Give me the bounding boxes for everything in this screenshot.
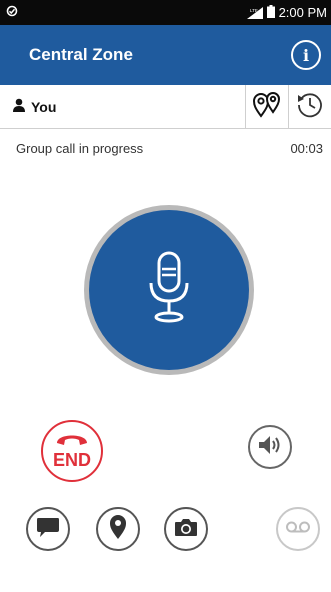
current-user[interactable]: You (0, 85, 245, 128)
call-timer: 00:03 (290, 140, 323, 156)
sync-icon (6, 5, 18, 20)
svg-text:LTE: LTE (250, 8, 258, 13)
user-label: You (31, 98, 57, 115)
info-icon[interactable]: i (291, 40, 321, 70)
call-status-row: Group call in progress 00:03 (0, 129, 331, 167)
chat-button[interactable] (26, 507, 70, 551)
location-icon (108, 514, 128, 545)
page-title: Central Zone (29, 45, 133, 64)
microphone-icon (147, 251, 191, 330)
map-button[interactable] (245, 85, 288, 128)
chat-icon (35, 515, 61, 544)
push-to-talk-button[interactable] (84, 205, 254, 375)
battery-icon (266, 4, 275, 21)
status-time: 2:00 PM (278, 5, 327, 20)
end-label: END (52, 450, 91, 470)
call-status: Group call in progress (16, 140, 144, 156)
app-bar: Central Zone i (0, 25, 331, 85)
signal-icon: LTE (246, 6, 263, 19)
person-icon (13, 98, 25, 115)
camera-button[interactable] (164, 507, 208, 551)
status-bar: LTE 2:00 PM (0, 0, 331, 25)
phone-end-icon (55, 431, 89, 452)
speaker-button[interactable] (248, 425, 292, 469)
push-to-talk-inner (89, 210, 249, 370)
history-button[interactable] (288, 85, 331, 128)
talkgroup-bar: You (0, 85, 331, 129)
camera-icon (174, 517, 198, 542)
status-indicators: LTE 2:00 PM (246, 4, 327, 21)
map-pins-icon (252, 90, 282, 123)
end-call-button[interactable]: END (41, 420, 103, 482)
location-button[interactable] (96, 507, 140, 551)
speaker-icon (257, 434, 283, 461)
voicemail-icon (285, 520, 311, 539)
voicemail-button[interactable] (276, 507, 320, 551)
history-icon (296, 90, 324, 123)
